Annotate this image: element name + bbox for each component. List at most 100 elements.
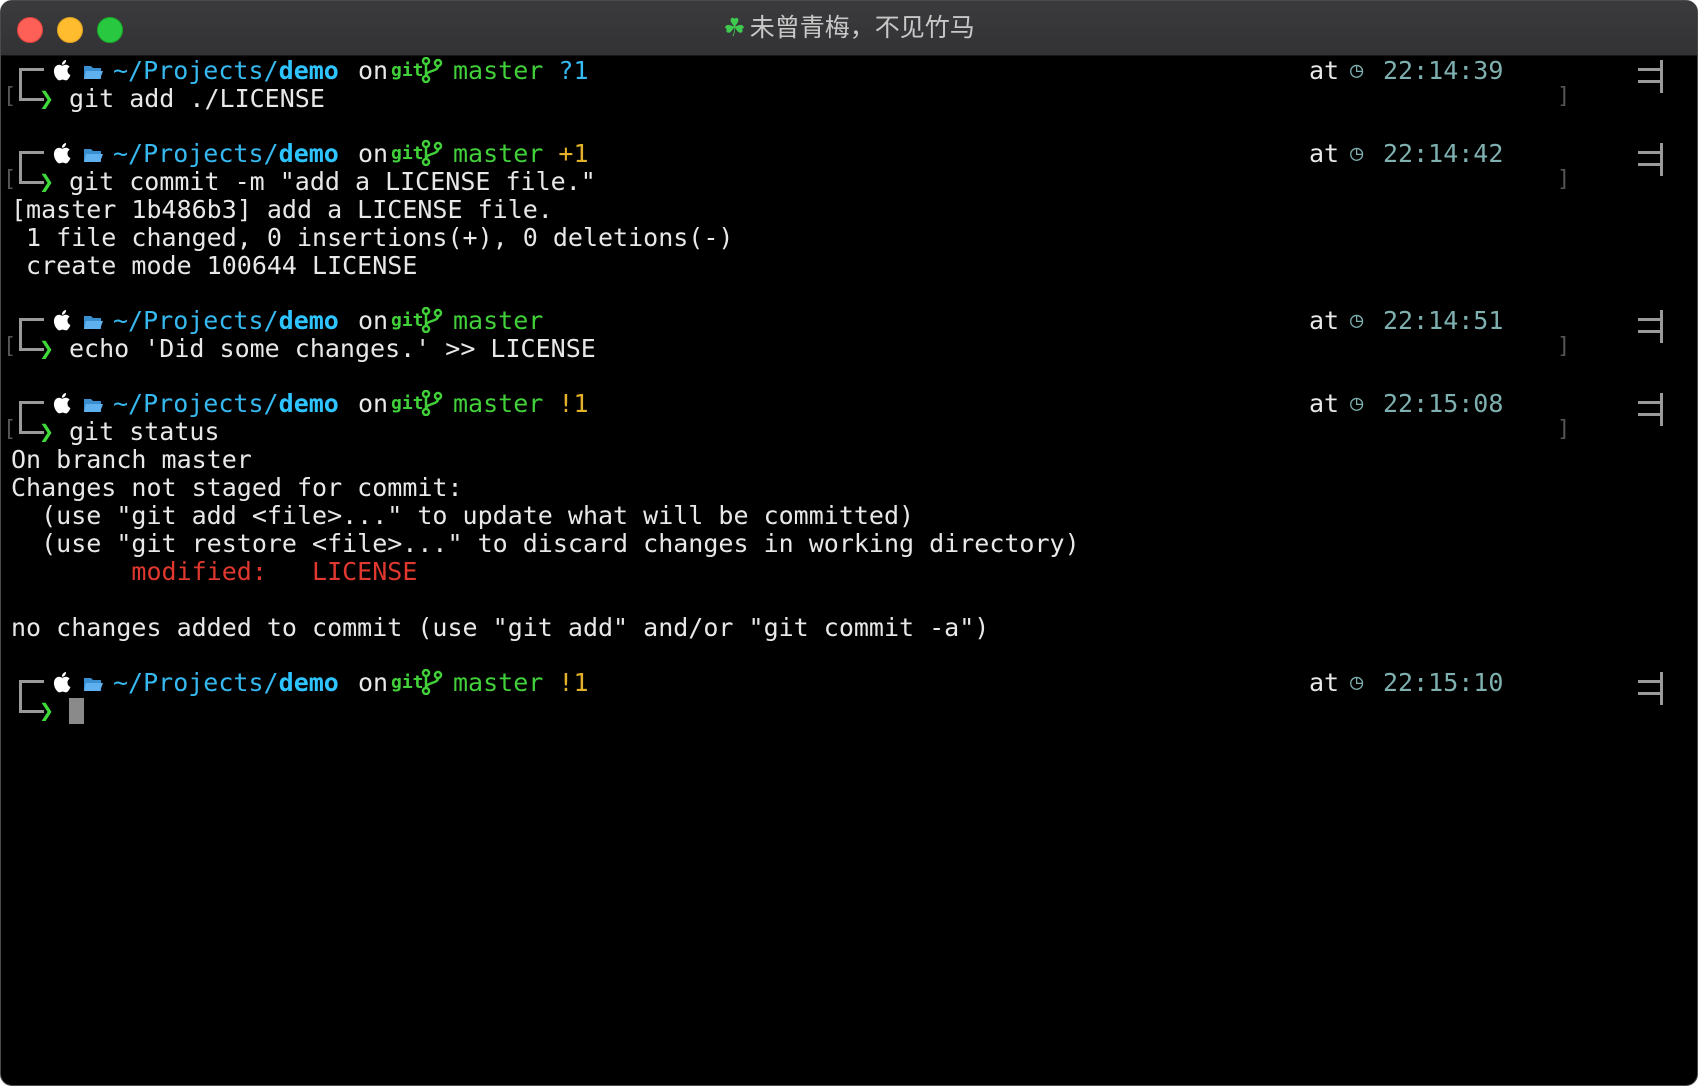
- output-line: no changes added to commit (use "git add…: [11, 613, 990, 642]
- at-label: at: [1309, 306, 1340, 335]
- folder-icon: [83, 56, 103, 86]
- path-prefix: ~/Projects/: [113, 306, 279, 335]
- terminal-window: ☘ 未曾青梅，不见竹马 ~/Projects/demo on git master ?1 a…: [0, 0, 1698, 1086]
- output-line: [master 1b486b3] add a LICENSE file.: [11, 195, 553, 224]
- prompt-line: ~/Projects/demo on git master !1 at ◷ 22:15:10: [1, 668, 1697, 705]
- clock-icon: ◷: [1350, 670, 1364, 695]
- path-dir: demo: [278, 306, 339, 335]
- edge-mark-right: ]: [1557, 167, 1571, 192]
- prompt-bracket-bottom-right: [1638, 310, 1663, 333]
- at-label: at: [1309, 139, 1340, 168]
- prompt-line: ~/Projects/demo on git master ?1 at ◷ 22:14:39: [1, 56, 1697, 93]
- branch-name: master: [453, 306, 544, 335]
- apple-icon: [53, 389, 73, 419]
- title-bar[interactable]: ☘ 未曾青梅，不见竹马: [1, 1, 1697, 56]
- git-status-indicator: ?1: [558, 56, 589, 85]
- clock-icon: ◷: [1350, 391, 1364, 416]
- output-line: (use "git restore <file>..." to discard …: [11, 529, 1080, 558]
- git-status-indicator: !1: [558, 668, 589, 697]
- command-line: [] ❯ git add ./LICENSE: [1, 60, 1697, 114]
- text-cursor[interactable]: [69, 698, 84, 724]
- prompt-bracket-bottom-right: [1638, 672, 1663, 695]
- prompt-bracket-bottom-right: [1638, 143, 1663, 166]
- branch-name: master: [453, 139, 544, 168]
- branch-icon: [421, 389, 443, 419]
- path-prefix: ~/Projects/: [113, 139, 279, 168]
- branch-name: master: [453, 56, 544, 85]
- git-status-indicator: +1: [558, 139, 589, 168]
- edge-mark-left: [: [3, 84, 17, 109]
- git-icon: git: [391, 393, 424, 414]
- command-line: [] ❯ git status: [1, 393, 1697, 447]
- on-label: on: [357, 139, 389, 168]
- git-status-indicator: !1: [558, 389, 589, 418]
- path-dir: demo: [278, 389, 339, 418]
- edge-mark-right: ]: [1557, 334, 1571, 359]
- branch-icon: [421, 139, 443, 169]
- on-label: on: [357, 389, 389, 418]
- at-label: at: [1309, 668, 1340, 697]
- prompt-chevron: ❯: [39, 696, 55, 725]
- command-text: echo 'Did some changes.' >> LICENSE: [69, 334, 596, 363]
- branch-name: master: [453, 389, 544, 418]
- prompt-chevron: ❯: [39, 84, 55, 113]
- apple-icon: [53, 139, 73, 169]
- on-label: on: [357, 306, 389, 335]
- prompt-line: ~/Projects/demo on git master at ◷ 22:14:51: [1, 306, 1697, 343]
- edge-mark-right: ]: [1557, 84, 1571, 109]
- prompt-line: ~/Projects/demo on git master +1 at ◷ 22:14:42: [1, 139, 1697, 176]
- command-text: git status: [69, 417, 220, 446]
- folder-icon: [83, 389, 103, 419]
- branch-icon: [421, 56, 443, 86]
- branch-icon: [421, 668, 443, 698]
- on-label: on: [357, 668, 389, 697]
- prompt-time: 22:14:39: [1383, 56, 1504, 85]
- command-text: git commit -m "add a LICENSE file.": [69, 167, 596, 196]
- command-line: [] ❯ git commit -m "add a LICENSE file.": [1, 143, 1697, 197]
- prompt-chevron: ❯: [39, 417, 55, 446]
- command-text: git add ./LICENSE: [69, 84, 325, 113]
- edge-mark-right: ]: [1557, 417, 1571, 442]
- prompt-chevron: ❯: [39, 167, 55, 196]
- terminal-output[interactable]: ~/Projects/demo on git master ?1 at ◷ 22:14:39[…: [1, 55, 1697, 1085]
- path-prefix: ~/Projects/: [113, 56, 279, 85]
- command-line: [] ❯ echo 'Did some changes.' >> LICENSE: [1, 310, 1697, 364]
- path-prefix: ~/Projects/: [113, 389, 279, 418]
- output-line: create mode 100644 LICENSE: [11, 251, 418, 280]
- apple-icon: [53, 56, 73, 86]
- output-line: On branch master: [11, 445, 252, 474]
- path-prefix: ~/Projects/: [113, 668, 279, 697]
- prompt-time: 22:14:42: [1383, 139, 1504, 168]
- git-icon: git: [391, 310, 424, 331]
- prompt-time: 22:15:08: [1383, 389, 1504, 418]
- branch-name: master: [453, 668, 544, 697]
- modified-label: modified:: [11, 557, 313, 586]
- clock-icon: ◷: [1350, 58, 1364, 83]
- clock-icon: ◷: [1350, 141, 1364, 166]
- window-title-text: 未曾青梅，不见竹马: [749, 13, 975, 42]
- prompt-line: ~/Projects/demo on git master !1 at ◷ 22:15:08: [1, 389, 1697, 426]
- command-line: ❯: [1, 672, 1697, 726]
- folder-icon: [83, 668, 103, 698]
- folder-icon: [83, 306, 103, 336]
- clock-icon: ◷: [1350, 308, 1364, 333]
- at-label: at: [1309, 56, 1340, 85]
- folder-icon: [83, 139, 103, 169]
- prompt-bracket-bottom-right: [1638, 60, 1663, 83]
- at-label: at: [1309, 389, 1340, 418]
- git-icon: git: [391, 672, 424, 693]
- path-dir: demo: [278, 139, 339, 168]
- edge-mark-left: [: [3, 334, 17, 359]
- edge-mark-left: [: [3, 167, 17, 192]
- git-icon: git: [391, 143, 424, 164]
- output-line: Changes not staged for commit:: [11, 473, 463, 502]
- clover-icon: ☘: [723, 13, 746, 42]
- modified-line: modified: LICENSE: [11, 557, 417, 587]
- window-title: ☘ 未曾青梅，不见竹马: [1, 1, 1697, 55]
- path-dir: demo: [278, 668, 339, 697]
- on-label: on: [357, 56, 389, 85]
- path-dir: demo: [278, 56, 339, 85]
- branch-icon: [421, 306, 443, 336]
- prompt-time: 22:15:10: [1383, 668, 1504, 697]
- apple-icon: [53, 668, 73, 698]
